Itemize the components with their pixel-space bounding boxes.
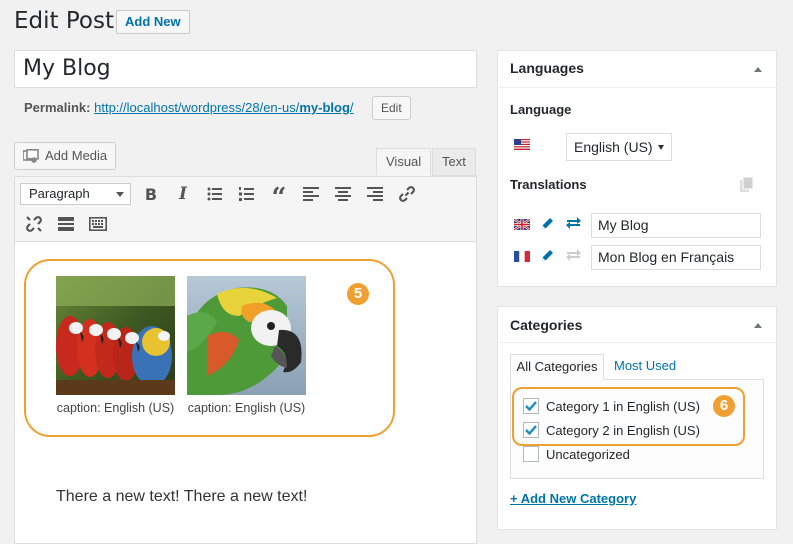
editor-toolbar: Paragraph B I “ [14, 176, 477, 242]
panel-divider [497, 87, 777, 88]
fr-flag-icon [514, 251, 530, 262]
tab-text[interactable]: Text [432, 148, 476, 176]
tab-most-used[interactable]: Most Used [614, 358, 676, 373]
toolbar-toggle-icon[interactable] [84, 210, 112, 238]
bold-icon[interactable]: B [137, 180, 165, 208]
add-media-button[interactable]: Add Media [14, 142, 116, 170]
panel-divider [497, 342, 777, 343]
category-checkbox[interactable] [523, 446, 539, 462]
sync-icon[interactable] [565, 216, 582, 230]
uk-flag-icon [514, 219, 530, 230]
languages-panel-title: Languages [510, 60, 584, 76]
categories-highlight [512, 387, 745, 446]
align-left-icon[interactable] [297, 180, 325, 208]
insert-link-icon[interactable] [393, 180, 421, 208]
add-media-label: Add Media [45, 148, 108, 163]
permalink-label: Permalink: [24, 100, 91, 115]
add-new-button[interactable]: Add New [116, 10, 190, 34]
language-label: Language [510, 102, 572, 117]
translation-input[interactable]: My Blog [591, 213, 761, 238]
format-select-value: Paragraph [29, 186, 90, 201]
page-title: Edit Post [14, 8, 114, 34]
collapse-toggle-icon[interactable] [754, 67, 762, 72]
format-select[interactable]: Paragraph [20, 183, 131, 205]
edit-pencil-icon[interactable] [540, 216, 555, 231]
permalink: Permalink: http://localhost/wordpress/28… [24, 100, 354, 116]
tab-all-categories[interactable]: All Categories [510, 354, 604, 380]
us-flag-icon [514, 139, 530, 150]
chevron-down-icon [658, 145, 664, 150]
language-select-value: English (US) [574, 139, 653, 155]
post-title-input[interactable]: My Blog [14, 50, 477, 88]
edit-permalink-button[interactable]: Edit [372, 96, 411, 120]
align-right-icon[interactable] [361, 180, 389, 208]
post-body-text[interactable]: There a new text! There a new text! [56, 488, 307, 506]
italic-icon[interactable]: I [169, 180, 197, 208]
step-badge: 5 [347, 283, 369, 305]
step-badge: 6 [713, 395, 735, 417]
copy-icon[interactable] [740, 177, 753, 192]
category-label: Uncategorized [546, 447, 630, 462]
translations-label: Translations [510, 177, 587, 192]
align-center-icon[interactable] [329, 180, 357, 208]
bulleted-list-icon[interactable] [201, 180, 229, 208]
gallery-highlight [24, 259, 395, 437]
numbered-list-icon[interactable] [233, 180, 261, 208]
permalink-link[interactable]: http://localhost/wordpress/28/en-us/my-b… [94, 100, 353, 115]
media-icon [23, 149, 39, 163]
categories-panel-title: Categories [510, 317, 583, 333]
blockquote-icon[interactable]: “ [265, 180, 293, 211]
add-new-category-link[interactable]: + Add New Category [510, 491, 636, 506]
collapse-toggle-icon[interactable] [754, 323, 762, 328]
edit-pencil-icon[interactable] [540, 248, 555, 263]
remove-link-icon[interactable] [20, 210, 48, 238]
language-select[interactable]: English (US) [566, 133, 672, 161]
tab-visual[interactable]: Visual [376, 148, 432, 176]
sync-disabled-icon[interactable] [565, 248, 582, 262]
read-more-icon[interactable] [52, 210, 80, 238]
chevron-down-icon [116, 192, 124, 197]
translation-input[interactable]: Mon Blog en Français [591, 245, 761, 270]
